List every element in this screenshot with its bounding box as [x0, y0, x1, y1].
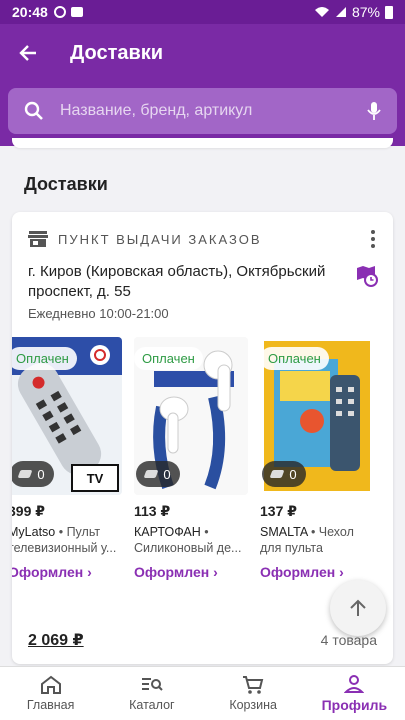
svg-text:TV: TV [87, 471, 104, 486]
order-status-link[interactable]: Оформлен › [12, 564, 126, 580]
status-bar: 20:48 87% [0, 0, 405, 24]
thumb-up-icon [143, 470, 159, 478]
product-item[interactable]: Оплачен 0 113 ₽ КАРТОФАН • Силиконовый д… [134, 337, 252, 580]
cart-icon [243, 676, 264, 694]
more-vert-icon[interactable] [363, 230, 383, 248]
notification-icon [53, 6, 66, 18]
product-price: 137 ₽ [260, 503, 297, 519]
nav-profile-label: Профиль [321, 697, 388, 713]
nav-cart[interactable]: Корзина [203, 667, 304, 720]
product-image-remote[interactable]: TV Оплачен 0 [12, 337, 122, 495]
search-bar-area: Название, бренд, артикул [0, 82, 405, 146]
nav-cart-label: Корзина [229, 698, 277, 712]
battery-icon [385, 6, 393, 19]
home-icon [40, 675, 61, 694]
paid-badge: Оплачен [12, 347, 77, 370]
nav-profile[interactable]: Профиль [304, 667, 405, 720]
like-counter[interactable]: 0 [136, 461, 180, 487]
arrow-up-icon [350, 599, 366, 616]
product-brand: КАРТОФАН [134, 525, 201, 539]
message-icon [70, 7, 83, 17]
thumb-up-icon [17, 470, 33, 478]
card-header: ПУНКТ ВЫДАЧИ ЗАКАЗОВ [28, 230, 383, 248]
microphone-icon[interactable] [351, 101, 397, 121]
app-bar: Доставки [0, 24, 405, 82]
status-time: 20:48 [12, 4, 48, 20]
thumb-up-icon [269, 470, 285, 478]
nav-home[interactable]: Главная [0, 667, 101, 720]
nav-catalog-label: Каталог [129, 698, 175, 712]
section-title: Доставки [24, 174, 108, 194]
search-input[interactable]: Название, бренд, артикул [8, 88, 397, 134]
nav-home-label: Главная [26, 698, 75, 712]
store-icon [28, 231, 48, 247]
catalog-search-icon [141, 678, 163, 691]
order-status-link[interactable]: Оформлен › [260, 564, 378, 580]
scroll-to-top-button[interactable] [330, 580, 386, 636]
paid-badge: Оплачен [134, 347, 203, 370]
product-price: 113 ₽ [134, 503, 171, 519]
search-placeholder: Название, бренд, артикул [60, 102, 253, 119]
pickup-point-label: ПУНКТ ВЫДАЧИ ЗАКАЗОВ [58, 231, 262, 247]
pickup-address: г. Киров (Кировская область), Октябрьски… [28, 263, 326, 300]
back-button[interactable] [0, 24, 56, 82]
total-row: 2 069 ₽ 4 товара [28, 630, 377, 650]
battery-text: 87% [351, 4, 380, 20]
like-count: 0 [289, 466, 297, 482]
like-count: 0 [163, 466, 171, 482]
product-item[interactable]: Оплачен 0 137 ₽ SMALTA • Чехол для пульт… [260, 337, 378, 580]
arrow-back-icon [19, 45, 36, 61]
product-carousel[interactable]: TV Оплачен 0 399 ₽ MyLatso • Пульт телев… [12, 337, 393, 587]
paid-badge: Оплачен [260, 347, 329, 370]
page-title: Доставки [70, 41, 164, 64]
product-price: 399 ₽ [12, 503, 45, 519]
like-counter[interactable]: 0 [262, 461, 306, 487]
product-description: MyLatso • Пульт телевизионный у... [12, 524, 126, 556]
product-description: SMALTA • Чехол для пульта [260, 524, 378, 556]
like-counter[interactable]: 0 [12, 461, 54, 487]
nav-catalog[interactable]: Каталог [101, 667, 202, 720]
person-icon [344, 675, 365, 693]
total-price[interactable]: 2 069 ₽ [28, 630, 84, 650]
map-clock-icon[interactable] [355, 264, 379, 293]
product-item[interactable]: TV Оплачен 0 399 ₽ MyLatso • Пульт телев… [12, 337, 126, 580]
wifi-icon [314, 7, 329, 17]
order-status-link[interactable]: Оформлен › [134, 564, 252, 580]
product-brand: MyLatso [12, 525, 56, 539]
product-description: КАРТОФАН • Силиконовый де... [134, 524, 252, 556]
previous-card-edge [12, 138, 393, 148]
like-count: 0 [37, 466, 45, 482]
search-icon [8, 101, 60, 121]
product-image-remote-cover[interactable]: Оплачен 0 [260, 337, 374, 495]
signal-icon [335, 7, 346, 17]
bottom-navigation: Главная Каталог Корзина Профиль [0, 666, 405, 720]
product-image-earpods-holder[interactable]: Оплачен 0 [134, 337, 248, 495]
product-brand: SMALTA [260, 525, 308, 539]
opening-hours: Ежедневно 10:00-21:00 [28, 306, 169, 321]
